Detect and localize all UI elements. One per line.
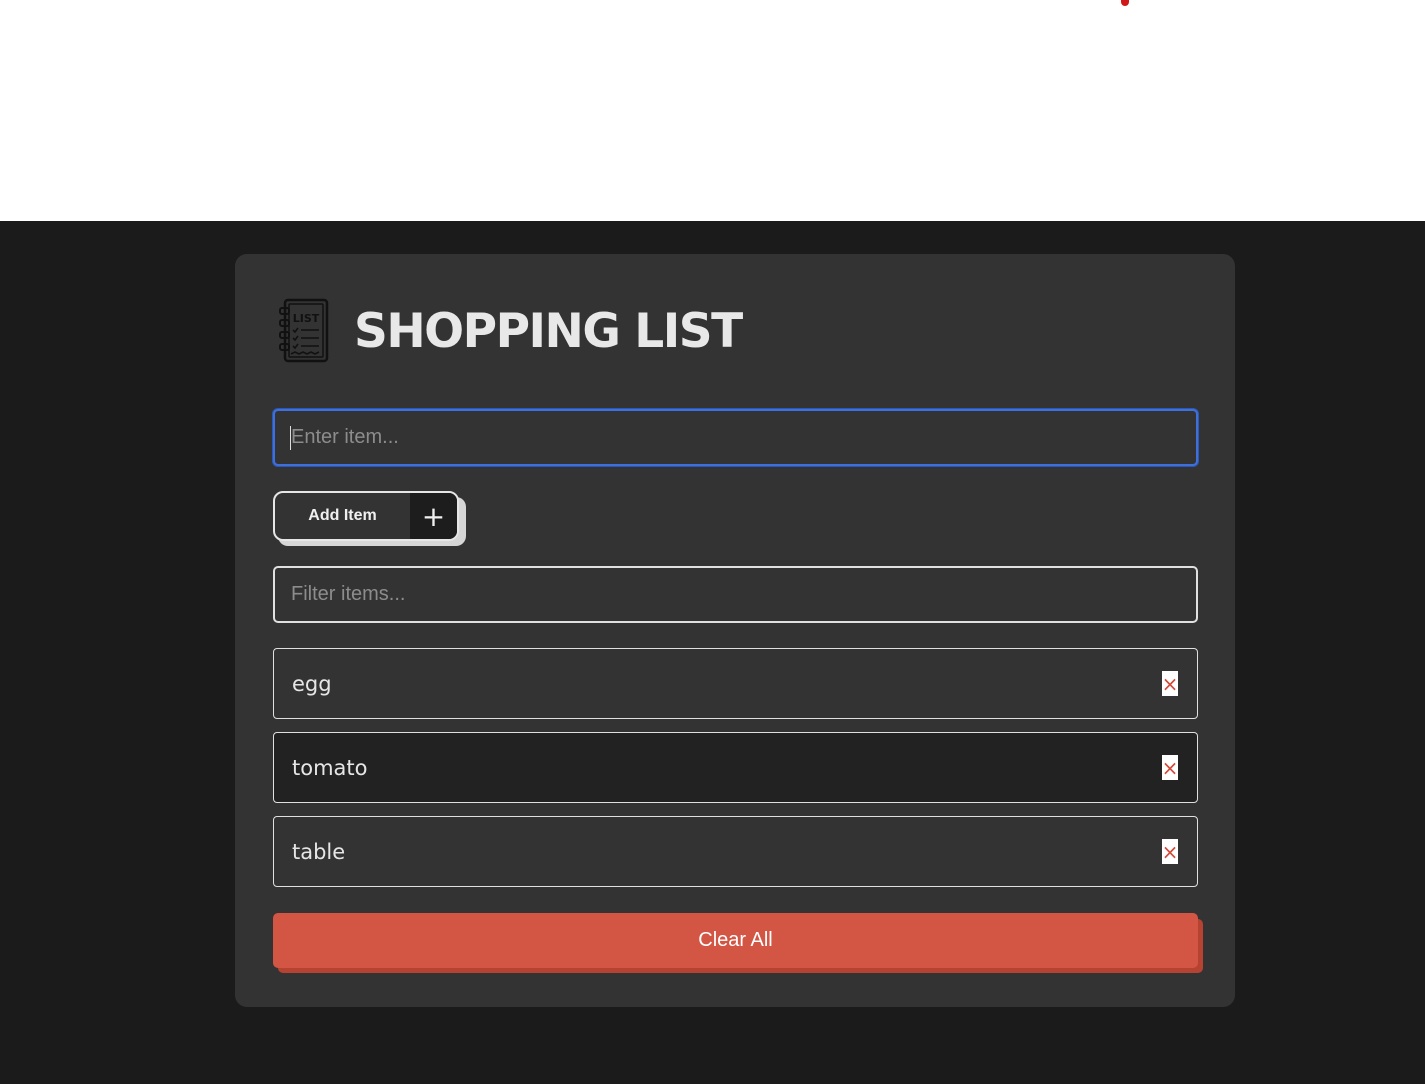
filter-input[interactable] bbox=[273, 566, 1198, 623]
item-label: egg bbox=[292, 671, 332, 696]
close-icon[interactable]: × bbox=[1162, 671, 1178, 696]
svg-text:LIST: LIST bbox=[293, 312, 320, 325]
page-title: SHOPPING LIST bbox=[354, 303, 743, 359]
list-item: egg × bbox=[273, 648, 1198, 719]
close-icon[interactable]: × bbox=[1162, 755, 1178, 780]
red-dot-marker bbox=[1121, 0, 1129, 6]
notebook-list-icon: LIST bbox=[279, 298, 329, 363]
top-blank-area bbox=[0, 0, 1425, 221]
item-label: table bbox=[292, 839, 346, 864]
add-item-label: Add Item bbox=[308, 507, 377, 524]
list-item: table × bbox=[273, 816, 1198, 887]
header: LIST SHOPPING LIST bbox=[278, 298, 743, 364]
list-item: tomato × bbox=[273, 732, 1198, 803]
plus-icon: + bbox=[410, 493, 457, 539]
clear-all-button[interactable]: Clear All bbox=[273, 913, 1198, 968]
add-item-button[interactable]: Add Item + bbox=[273, 491, 459, 541]
item-input[interactable] bbox=[273, 409, 1198, 466]
shopping-list-card: LIST SHOPPING LIST Add Item + egg × toma… bbox=[235, 254, 1235, 1007]
text-caret bbox=[290, 426, 291, 450]
item-label: tomato bbox=[292, 755, 368, 780]
close-icon[interactable]: × bbox=[1162, 839, 1178, 864]
